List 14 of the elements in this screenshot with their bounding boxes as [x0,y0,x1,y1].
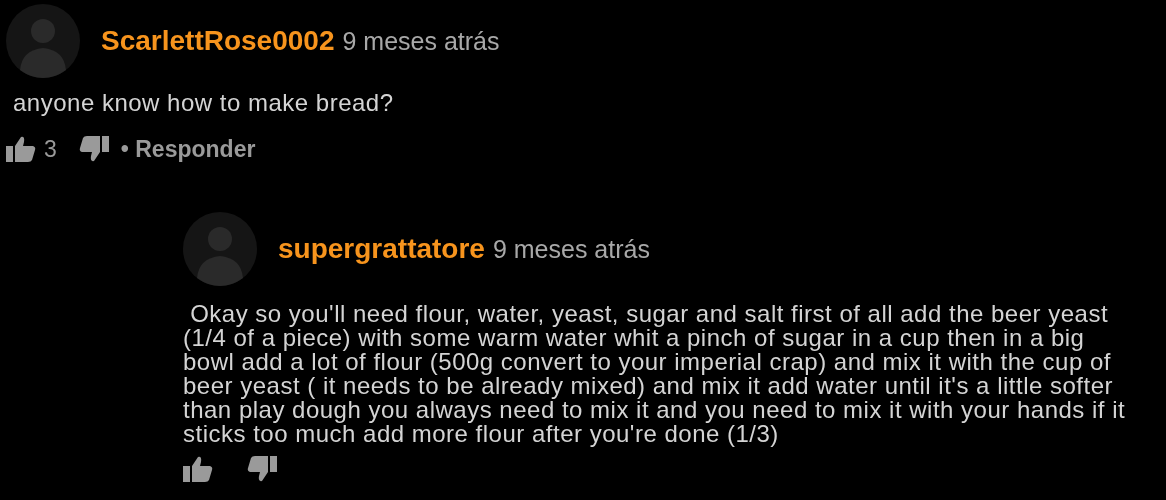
avatar-icon [183,211,257,286]
thumbs-down-icon[interactable] [247,455,277,482]
reply-link[interactable]: • Responder [120,132,256,167]
thumbs-down-icon[interactable] [78,136,109,163]
comment-text: anyone know how to make bread? [13,90,395,116]
comment-time: 9 meses atrás [492,233,650,265]
like-count: 3 [44,135,57,164]
username[interactable]: ScarlettRose0002 [101,20,335,62]
comment-text: Okay so you'll need flour, water, yeast, sugar and salt first of all add the beer yeast (1/4 of a piece) with some warm water whit a pinch of sugar in a cup then in a big bowl add a lot of flour (500g convert to your imperial crap) and mix it with the cup of beer yeast ( it needs to be already mixed) and mix it add water until it's a little softer than play dough you always need to mix it and you need to mix it with your hands if it sticks too much add more flour after you're done (1/3) [183,301,1127,446]
avatar-icon [6,4,80,78]
thumbs-up-icon[interactable] [183,455,213,482]
comment-time: 9 meses atrás [342,26,500,57]
username[interactable]: supergrattatore [278,227,485,270]
thumbs-up-icon[interactable] [6,136,36,163]
